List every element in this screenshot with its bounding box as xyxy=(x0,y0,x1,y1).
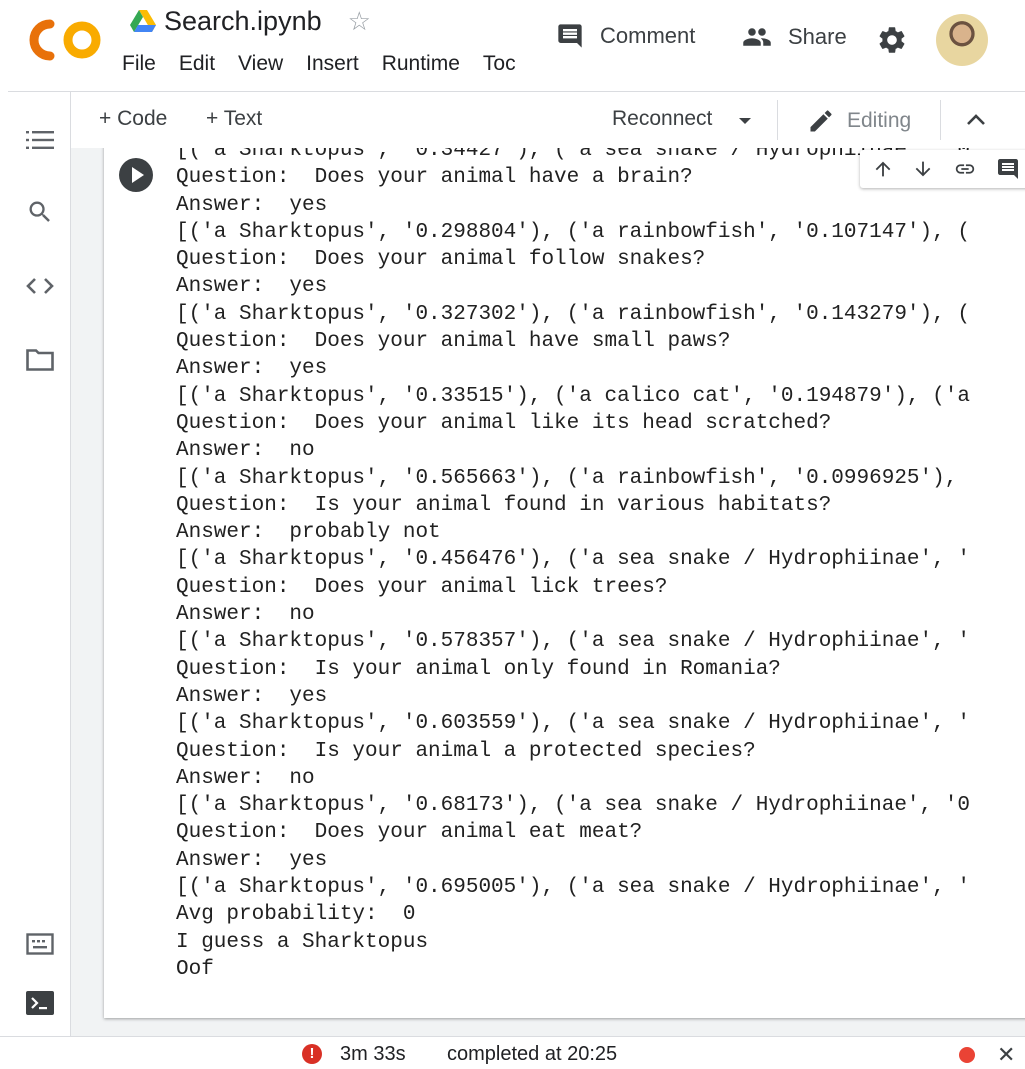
output-line: Avg probability: 0 xyxy=(176,903,416,927)
share-button[interactable]: Share xyxy=(742,22,847,52)
output-line: [('a Sharktopus', '0.456476'), ('a sea s… xyxy=(176,548,970,572)
output-line: Answer: yes xyxy=(176,848,328,872)
toolbar-divider xyxy=(777,100,778,140)
output-line: I guess a Sharktopus xyxy=(176,930,429,954)
table-of-contents-icon[interactable] xyxy=(26,128,54,152)
toolbar-divider xyxy=(940,100,941,140)
output-line: [('a Sharktopus', '0.603559'), ('a sea s… xyxy=(176,712,970,736)
notebook-toolbar: + Code + Text Reconnect Editing xyxy=(71,92,1025,148)
output-line: Answer: yes xyxy=(176,275,328,299)
output-line: Question: Is your animal only found in R… xyxy=(176,657,781,681)
execution-duration: 3m 33s xyxy=(340,1043,406,1065)
run-cell-icon[interactable] xyxy=(119,158,153,192)
code-cell[interactable]: [('a Sharktopus', '0.34427'), ('a sea sn… xyxy=(104,148,1025,1018)
cell-toolbar xyxy=(860,150,1025,188)
output-line: [('a Sharktopus', '0.578357'), ('a sea s… xyxy=(176,630,970,654)
pencil-icon xyxy=(810,110,832,132)
notebook-area: [('a Sharktopus', '0.34427'), ('a sea sn… xyxy=(71,148,1025,1036)
reconnect-button[interactable]: Reconnect xyxy=(612,107,712,131)
menu-bar: File Edit View Insert Runtime Toc xyxy=(122,52,530,76)
output-line: [('a Sharktopus', '0.33515'), ('a calico… xyxy=(176,384,970,408)
terminal-icon[interactable] xyxy=(26,990,54,1016)
chevron-down-icon[interactable] xyxy=(737,116,753,126)
output-line: Answer: no xyxy=(176,439,315,463)
left-sidebar xyxy=(0,92,71,1036)
menu-insert[interactable]: Insert xyxy=(306,52,359,76)
move-down-icon[interactable] xyxy=(912,158,934,180)
search-icon[interactable] xyxy=(26,198,54,226)
output-line: Answer: no xyxy=(176,766,315,790)
menu-view[interactable]: View xyxy=(238,52,283,76)
close-icon[interactable]: ✕ xyxy=(997,1042,1015,1068)
cell-output: [('a Sharktopus', '0.34427'), ('a sea sn… xyxy=(176,148,970,983)
colab-logo[interactable] xyxy=(28,18,104,62)
menu-tools[interactable]: Toc xyxy=(483,52,516,76)
move-up-icon[interactable] xyxy=(872,158,894,180)
link-icon[interactable] xyxy=(952,158,978,180)
menu-file[interactable]: File xyxy=(122,52,156,76)
output-line: Question: Is your animal a protected spe… xyxy=(176,739,756,763)
completion-time: completed at 20:25 xyxy=(447,1043,618,1065)
output-line: Answer: yes xyxy=(176,357,328,381)
output-line: [('a Sharktopus', '0.695005'), ('a sea s… xyxy=(176,876,970,900)
settings-gear-icon[interactable] xyxy=(876,24,908,56)
output-line: Answer: no xyxy=(176,603,315,627)
output-line: Question: Does your animal have small pa… xyxy=(176,330,731,354)
output-line: Question: Does your animal have a brain? xyxy=(176,166,693,190)
menu-edit[interactable]: Edit xyxy=(179,52,215,76)
comment-label: Comment xyxy=(600,23,696,48)
menu-runtime[interactable]: Runtime xyxy=(382,52,460,76)
notebook-title-bar: Search.ipynb ☆ xyxy=(130,4,371,38)
output-line: Question: Does your animal lick trees? xyxy=(176,575,668,599)
add-code-cell-button[interactable]: + Code xyxy=(99,107,167,131)
output-line: Question: Does your animal like its head… xyxy=(176,411,832,435)
output-line: [('a Sharktopus', '0.34427'), ('a sea sn… xyxy=(176,148,970,162)
editing-mode-button[interactable]: Editing xyxy=(807,107,911,135)
files-icon[interactable] xyxy=(26,348,54,372)
command-palette-icon[interactable] xyxy=(26,932,54,956)
output-line: Question: Does your animal eat meat? xyxy=(176,821,643,845)
user-avatar[interactable] xyxy=(936,14,988,66)
output-line: Oof xyxy=(176,957,214,981)
people-icon xyxy=(743,28,771,46)
output-line: [('a Sharktopus', '0.298804'), ('a rainb… xyxy=(176,220,970,244)
notebook-name[interactable]: Search.ipynb xyxy=(164,6,322,37)
output-line: Answer: yes xyxy=(176,193,328,217)
share-label: Share xyxy=(788,24,847,49)
error-icon: ! xyxy=(302,1044,322,1064)
editing-label: Editing xyxy=(847,109,912,132)
google-drive-icon xyxy=(130,10,156,32)
code-snippets-icon[interactable] xyxy=(26,274,54,298)
add-text-cell-button[interactable]: + Text xyxy=(206,107,262,131)
status-bar: ! 3m 33s completed at 20:25 ✕ xyxy=(0,1036,1025,1069)
output-line: Answer: yes xyxy=(176,684,328,708)
header: Search.ipynb ☆ File Edit View Insert Run… xyxy=(0,0,1025,92)
comment-button[interactable]: Comment xyxy=(556,22,695,50)
comment-icon[interactable] xyxy=(996,157,1020,181)
output-line: [('a Sharktopus', '0.327302'), ('a rainb… xyxy=(176,302,970,326)
chevron-up-icon[interactable] xyxy=(964,110,988,130)
output-line: Question: Is your animal found in variou… xyxy=(176,493,832,517)
status-dot-icon xyxy=(959,1047,975,1063)
output-line: Answer: probably not xyxy=(176,521,441,545)
output-line: [('a Sharktopus', '0.565663'), ('a rainb… xyxy=(176,466,958,490)
star-icon[interactable]: ☆ xyxy=(348,8,371,34)
output-line: [('a Sharktopus', '0.68173'), ('a sea sn… xyxy=(176,794,970,818)
output-line: Question: Does your animal follow snakes… xyxy=(176,248,706,272)
comment-icon xyxy=(558,24,582,48)
